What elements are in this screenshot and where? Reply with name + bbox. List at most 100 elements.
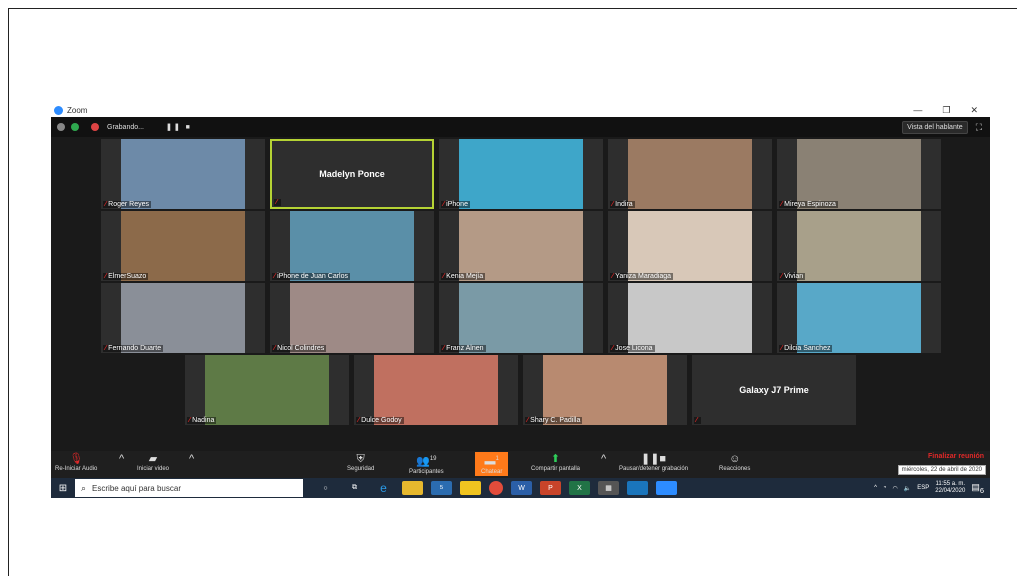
participant-video — [797, 283, 921, 353]
excel-icon[interactable]: X — [569, 481, 590, 495]
video-off-icon: ▰ — [148, 453, 158, 465]
smiley-icon: ☺ — [729, 453, 741, 465]
pause-stop-recording-button[interactable]: ❚❚■ Pausar/detener grabación — [619, 453, 688, 472]
participant-tile[interactable]: ⁄ Nadina — [185, 355, 349, 425]
video-options-caret[interactable]: ^ — [189, 453, 194, 466]
security-button[interactable]: ⛨ Seguridad — [347, 453, 374, 472]
share-screen-button[interactable]: ⬆ Compartir pantalla — [531, 453, 580, 472]
mail-icon[interactable]: 5 — [431, 481, 452, 495]
speaker-view-button[interactable]: Vista del hablante — [902, 120, 968, 134]
wifi-icon[interactable]: ◠ — [893, 485, 898, 492]
participant-tile[interactable]: ⁄ ElmerSuazo — [101, 211, 265, 281]
muted-mic-icon: ⁄ — [781, 345, 783, 352]
windows-start-icon[interactable]: ⊞ — [51, 483, 75, 494]
participant-name-tag: ⁄ — [694, 417, 702, 424]
participant-tile[interactable]: ⁄ iPhone de Juan Carlos — [270, 211, 434, 281]
participant-tile[interactable]: ⁄ iPhone — [439, 139, 603, 209]
lock-icon[interactable] — [71, 123, 79, 131]
participant-tile[interactable]: ⁄ Vivian — [777, 211, 941, 281]
participant-name: Mireya Espinoza — [784, 201, 836, 208]
participant-tile[interactable]: ⁄ Shary C. Padilla — [523, 355, 687, 425]
photos-icon[interactable] — [627, 481, 648, 495]
windows-taskbar: ⊞ ⌕ Escribe aquí para buscar ○ ⧉ e 5 W P… — [51, 478, 990, 498]
taskbar-clock[interactable]: 11:55 a. m. 22/04/2020 — [935, 481, 965, 495]
muted-mic-icon: ⁄ — [612, 345, 614, 352]
restore-button[interactable]: ❐ — [942, 105, 950, 116]
edge-icon[interactable]: e — [373, 481, 394, 495]
security-label: Seguridad — [347, 466, 375, 472]
fullscreen-icon[interactable]: ⛶ — [976, 122, 982, 133]
muted-mic-icon: ⁄ — [274, 273, 276, 280]
tray-chevron-icon[interactable]: ^ — [874, 485, 877, 491]
participant-name: iPhone de Juan Carlos — [277, 273, 348, 280]
search-icon: ⌕ — [81, 482, 87, 493]
calculator-icon[interactable]: ▦ — [598, 481, 619, 495]
participant-tile[interactable]: ⁄ Nicol Colindres — [270, 283, 434, 353]
share-options-caret[interactable]: ^ — [601, 453, 606, 466]
sticky-notes-icon[interactable] — [460, 481, 481, 495]
muted-mic-icon: ⁄ — [105, 273, 107, 280]
muted-mic-icon: ⁄ — [612, 273, 614, 280]
participant-name: Shary C. Padilla — [530, 417, 581, 424]
participant-tile[interactable]: ⁄ Yaniza Maradiaga — [608, 211, 772, 281]
participant-tile[interactable]: Galaxy J7 Prime ⁄ — [692, 355, 856, 425]
audio-label: Re-Iniciar Audio — [55, 466, 98, 472]
participant-tile[interactable]: ⁄ Fernando Duarte — [101, 283, 265, 353]
participant-name-tag: ⁄ iPhone de Juan Carlos — [272, 273, 350, 280]
participants-label: Participantes — [409, 468, 444, 475]
participant-name-tag: ⁄ Yaniza Maradiaga — [610, 273, 674, 280]
powerpoint-icon[interactable]: P — [540, 481, 561, 495]
participant-name-tag: ⁄ — [274, 199, 282, 206]
chat-label: Chatear — [481, 468, 503, 475]
participant-name: Jose Licona — [615, 345, 653, 352]
minimize-button[interactable]: — — [913, 105, 922, 116]
system-tray: ^ ◔ ◠ 🔈 ESP 11:55 a. m. 22/04/2020 ▤6 — [874, 481, 984, 495]
participant-tile[interactable]: ⁄ Jose Licona — [608, 283, 772, 353]
participant-name-tag: ⁄ Franz Alnen — [441, 345, 486, 352]
recording-pause-stop-button[interactable]: ❚❚ ■ — [166, 123, 192, 131]
notification-center-icon[interactable]: ▤6 — [971, 482, 984, 495]
language-indicator[interactable]: ESP — [917, 485, 929, 491]
participant-name: Dulce Godoy — [361, 417, 402, 424]
participant-tile[interactable]: ⁄ Indira — [608, 139, 772, 209]
word-icon[interactable]: W — [511, 481, 532, 495]
participants-button[interactable]: 👥19 Participantes — [409, 453, 444, 475]
participant-tile[interactable]: ⁄ Mireya Espinoza — [777, 139, 941, 209]
cortana-icon[interactable]: ○ — [315, 481, 336, 495]
participant-name: Indira — [615, 201, 633, 208]
participant-tile[interactable]: ⁄ Franz Alnen — [439, 283, 603, 353]
audio-options-caret[interactable]: ^ — [119, 453, 124, 466]
participant-tile[interactable]: ⁄ Roger Reyes — [101, 139, 265, 209]
close-button[interactable]: ✕ — [970, 105, 978, 116]
participant-name-tag: ⁄ Nicol Colindres — [272, 345, 327, 352]
file-explorer-icon[interactable] — [402, 481, 423, 495]
muted-mic-icon: ⁄ — [105, 345, 107, 352]
participant-video — [290, 211, 414, 281]
date-tooltip: miércoles, 22 de abril de 2020 — [897, 465, 986, 475]
share-arrow-icon: ⬆ — [550, 453, 561, 465]
network-icon[interactable]: ◔ — [883, 485, 887, 491]
reactions-button[interactable]: ☺ Reacciones — [719, 453, 750, 472]
participant-video — [121, 211, 245, 281]
participant-tile[interactable]: ⁄ Kenia Mejía — [439, 211, 603, 281]
muted-mic-icon: ⁄ — [612, 201, 614, 208]
zoom-taskbar-icon[interactable] — [656, 481, 677, 495]
info-icon[interactable] — [57, 123, 65, 131]
chrome-icon[interactable] — [489, 481, 503, 495]
task-view-icon[interactable]: ⧉ — [344, 481, 365, 495]
participant-name-tag: ⁄ Mireya Espinoza — [779, 201, 838, 208]
participant-tile[interactable]: ⁄ Dulce Godoy — [354, 355, 518, 425]
participant-name-tag: ⁄ Fernando Duarte — [103, 345, 164, 352]
chat-button[interactable]: ▬1 Chatear — [475, 452, 509, 476]
notification-count: 6 — [979, 485, 984, 495]
participant-tile[interactable]: Madelyn Ponce ⁄ — [270, 139, 434, 209]
video-button[interactable]: ▰ Iniciar video — [137, 453, 169, 472]
volume-icon[interactable]: 🔈 — [904, 485, 911, 492]
taskbar-search[interactable]: ⌕ Escribe aquí para buscar — [75, 479, 303, 497]
end-meeting-button[interactable]: Finalizar reunión — [928, 453, 984, 460]
participant-video — [628, 211, 752, 281]
participant-name: Nadina — [192, 417, 215, 424]
muted-mic-icon: ⁄ — [443, 273, 445, 280]
audio-button[interactable]: 🎙 Re-Iniciar Audio — [55, 453, 97, 472]
participant-tile[interactable]: ⁄ Dilcia Sanchez — [777, 283, 941, 353]
